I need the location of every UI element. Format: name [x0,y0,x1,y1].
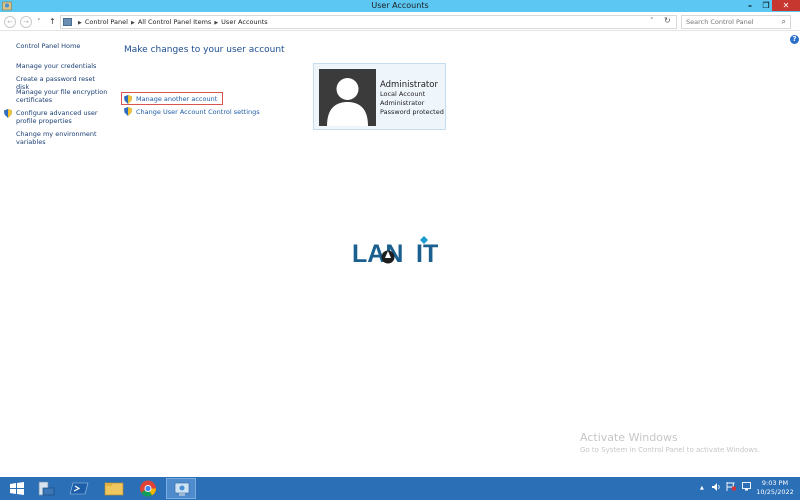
clock-time: 9:03 PM [761,479,789,487]
chrome-button[interactable] [133,478,163,499]
close-button[interactable]: ✕ [772,0,800,11]
navigation-bar: ← → ˅ ↑ ▶ Control Panel ▶ All Control Panel… [0,13,800,31]
account-password-status: Password protected [380,108,444,116]
volume-icon[interactable] [712,482,721,491]
back-button[interactable]: ← [4,16,16,28]
chrome-icon [140,480,156,497]
show-hidden-icons-arrow-icon[interactable]: ▲ [700,485,704,491]
change-uac-settings-link[interactable]: Change User Account Control settings [136,108,260,116]
sidebar-item-file-encryption[interactable]: Manage your file encryption certificates [16,88,108,104]
uac-shield-icon [124,107,132,116]
taskbar: ▲ 9:03 PM 10/25/2022 [0,477,800,500]
file-explorer-button[interactable] [99,478,129,499]
network-icon[interactable] [741,482,752,491]
action-center-flag-icon[interactable] [726,482,737,491]
account-name: Administrator [380,80,438,90]
account-type: Local Account [380,90,426,98]
breadcrumb-separator-icon: ▶ [78,20,82,26]
server-manager-button[interactable] [31,478,61,499]
search-input[interactable] [682,16,774,28]
powershell-icon [69,482,89,495]
sidebar-control-panel-home[interactable]: Control Panel Home [16,42,108,50]
user-avatar-icon [327,78,368,126]
recent-locations-button[interactable]: ˅ [37,16,41,28]
forward-button[interactable]: → [20,16,32,28]
activation-watermark-text: Go to System in Control Panel to activat… [580,446,761,454]
sidebar-item-advanced-profile[interactable]: Configure advanced user profile properti… [16,109,108,125]
logo-text-left: LAN [352,240,403,266]
breadcrumb-separator-icon[interactable]: ▶ [131,20,135,26]
breadcrumb: ▶ Control Panel ▶ All Control Panel Items ▶ U… [75,18,268,26]
page-title: Make changes to your user account [124,45,285,55]
address-bar[interactable]: ▶ Control Panel ▶ All Control Panel Items ▶ U… [60,15,677,29]
control-panel-location-icon [63,18,72,26]
system-tray: ▲ [700,482,752,491]
server-manager-icon [38,481,55,496]
breadcrumb-control-panel[interactable]: Control Panel [85,18,128,26]
title-bar: User Accounts – ❐ ✕ [0,0,800,12]
refresh-icon[interactable]: ↻ [664,16,671,25]
address-dropdown-icon[interactable]: ˅ [650,17,654,25]
help-icon[interactable]: ? [790,35,799,44]
powershell-button[interactable] [64,478,94,499]
account-card: Administrator Local Account Administrato… [313,63,446,130]
breadcrumb-user-accounts[interactable]: User Accounts [221,18,268,26]
breadcrumb-separator-icon[interactable]: ▶ [214,20,218,26]
search-icon[interactable]: ⌕ [782,17,786,27]
logo-text-right: IT [416,240,438,266]
window-title: User Accounts [371,1,429,10]
minimize-button[interactable]: – [742,0,758,11]
taskbar-clock[interactable]: 9:03 PM 10/25/2022 [752,479,798,497]
uac-shield-icon [4,109,12,118]
sidebar-item-environment-variables[interactable]: Change my environment variables [16,130,108,146]
manage-another-account-link[interactable]: Manage another account [136,95,217,103]
breadcrumb-all-items[interactable]: All Control Panel Items [138,18,211,26]
avatar [319,69,376,126]
control-panel-taskbar-button[interactable] [166,478,196,499]
start-icon [10,482,24,495]
sidebar-item-manage-credentials[interactable]: Manage your credentials [16,62,108,70]
up-button[interactable]: ↑ [49,16,56,28]
clock-date: 10/25/2022 [756,488,794,496]
search-box[interactable]: ⌕ [681,15,791,29]
start-button[interactable] [2,478,32,499]
account-role: Administrator [380,99,425,107]
users-shield-icon [124,95,132,104]
control-panel-icon [174,482,190,496]
activation-watermark-title: Activate Windows [580,431,678,444]
lanit-logo: LAN IT [352,236,438,266]
file-explorer-icon [104,482,124,496]
